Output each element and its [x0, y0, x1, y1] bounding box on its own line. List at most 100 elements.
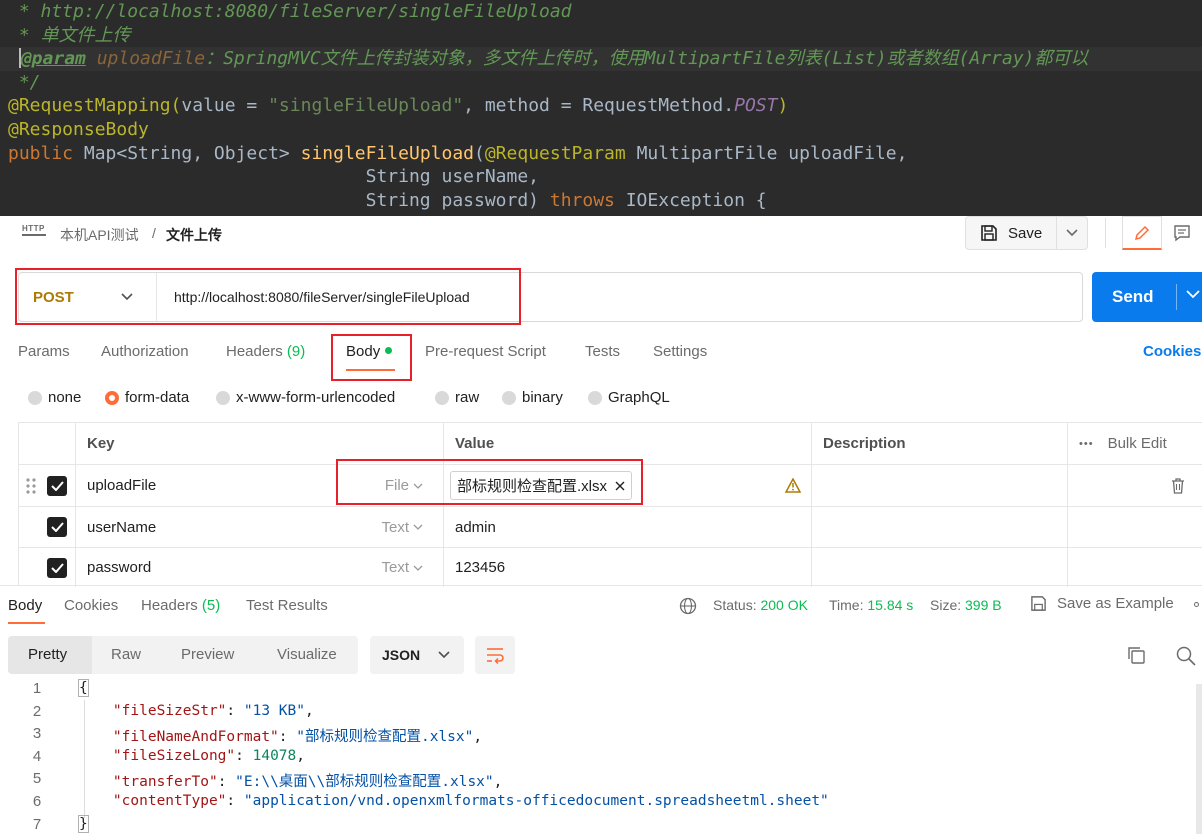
trash-icon[interactable] — [1171, 477, 1185, 494]
more-options-icon[interactable]: ••• — [1079, 438, 1094, 450]
row-enabled-checkbox[interactable] — [47, 475, 67, 496]
view-pretty[interactable]: Pretty — [28, 646, 67, 663]
format-select[interactable]: JSON — [370, 636, 464, 674]
code-comment: */ — [8, 71, 41, 93]
code-line: * 单文件上传 — [0, 24, 1202, 48]
json-brace: { — [78, 679, 89, 697]
breadcrumb-request-name[interactable]: 文件上传 — [166, 225, 222, 245]
tab-authorization[interactable]: Authorization — [101, 343, 189, 360]
view-preview[interactable]: Preview — [181, 646, 234, 663]
type-select[interactable]: Text — [381, 559, 423, 576]
tab-settings[interactable]: Settings — [653, 343, 707, 360]
radio-circle — [588, 390, 602, 405]
code-line: 1{ — [0, 679, 1202, 703]
comments-button[interactable] — [1162, 216, 1202, 250]
status-readout[interactable]: Status: 200 OK — [713, 597, 808, 613]
line-content: "fileNameAndFormat": "部标规则检查配置.xlsx", — [112, 729, 483, 746]
response-body-code[interactable]: 1{2 "fileSizeStr": "13 KB", 3 "fileNameAn… — [0, 679, 1202, 836]
url-input[interactable]: http://localhost:8080/fileServer/singleF… — [174, 289, 470, 305]
tab-body[interactable]: Body — [346, 343, 393, 360]
line-content: { — [78, 679, 89, 697]
type-select[interactable]: File — [385, 477, 423, 494]
time-readout[interactable]: Time: 15.84 s — [829, 597, 913, 613]
description-cell[interactable] — [812, 465, 1068, 506]
response-tab-body[interactable]: Body — [8, 597, 42, 614]
value-cell[interactable]: 部标规则检查配置.xlsx — [444, 465, 812, 506]
size-value: 399 B — [965, 597, 1002, 613]
json-key: "fileSizeLong" — [112, 747, 236, 764]
key-cell[interactable]: uploadFile File — [76, 465, 444, 506]
check-icon — [50, 522, 64, 532]
http-request-icon: HTTP — [22, 224, 46, 242]
code-text: , method = RequestMethod. — [463, 95, 735, 117]
chevron-down-icon — [413, 565, 423, 571]
radio-form-data[interactable]: form-data — [105, 389, 189, 406]
radio-graphql[interactable]: GraphQL — [588, 389, 670, 406]
radio-circle — [28, 390, 42, 405]
tab-params[interactable]: Params — [18, 343, 70, 360]
code-editor[interactable]: * http://localhost:8080/fileServer/singl… — [0, 0, 1202, 216]
radio-urlencoded[interactable]: x-www-form-urlencoded — [216, 389, 395, 406]
response-tab-cookies[interactable]: Cookies — [64, 597, 118, 614]
edit-button[interactable] — [1122, 216, 1162, 250]
response-tab-test-results[interactable]: Test Results — [246, 597, 328, 614]
radio-none[interactable]: none — [28, 389, 81, 406]
table-row: uploadFile File 部标规则检查配置.xlsx — [19, 465, 1202, 507]
file-chip[interactable]: 部标规则检查配置.xlsx — [450, 471, 633, 500]
tab-pre-request-script[interactable]: Pre-request Script — [425, 343, 546, 360]
method-select[interactable]: POST — [19, 273, 157, 321]
radio-label: binary — [522, 389, 563, 406]
line-number: 4 — [32, 747, 42, 765]
save-options-button[interactable] — [1056, 216, 1088, 250]
column-header-value: Value — [444, 423, 812, 464]
drag-handle-icon[interactable] — [25, 477, 37, 495]
wrap-lines-icon — [487, 648, 504, 664]
view-visualize[interactable]: Visualize — [277, 646, 337, 663]
type-label: Text — [381, 559, 409, 576]
line-number: 5 — [32, 770, 42, 788]
response-tab-headers[interactable]: Headers (5) — [141, 597, 220, 614]
row-enabled-checkbox[interactable] — [47, 517, 67, 537]
warning-icon[interactable] — [785, 478, 801, 493]
size-readout[interactable]: Size: 399 B — [930, 597, 1002, 613]
key-cell[interactable]: userName Text — [76, 507, 444, 547]
bulk-edit-button[interactable]: Bulk Edit — [1108, 435, 1167, 452]
tab-tests[interactable]: Tests — [585, 343, 620, 360]
type-label: Text — [381, 518, 409, 536]
description-cell[interactable] — [812, 507, 1068, 547]
line-content: "fileSizeStr": "13 KB", — [112, 702, 314, 719]
save-button[interactable]: Save — [965, 216, 1056, 250]
code-line: 2 "fileSizeStr": "13 KB", — [0, 703, 1202, 726]
tab-label: Headers — [141, 597, 198, 614]
cookies-link[interactable]: Cookies — [1143, 343, 1201, 360]
value-cell[interactable]: admin — [444, 507, 812, 547]
search-icon[interactable] — [1176, 646, 1196, 666]
wrap-lines-button[interactable] — [475, 636, 515, 674]
close-icon[interactable] — [615, 481, 625, 491]
chevron-down-icon[interactable] — [1186, 290, 1200, 299]
description-cell[interactable] — [812, 548, 1068, 587]
value-cell[interactable]: 123456 — [444, 548, 812, 587]
send-button[interactable]: Send — [1092, 272, 1202, 322]
check-icon — [50, 562, 64, 573]
breadcrumb-collection[interactable]: 本机API测试 — [60, 225, 139, 245]
request-tabs: Params Authorization Headers (9) Body Pr… — [0, 337, 1202, 373]
more-options-icon[interactable] — [1194, 602, 1199, 607]
globe-icon[interactable] — [679, 597, 697, 615]
response-view-toggle: Pretty Raw Preview Visualize — [8, 636, 358, 674]
code-line: */ — [0, 71, 1202, 95]
code-line: @RequestMapping(value = "singleFileUploa… — [0, 94, 1202, 118]
json-value: "13 KB" — [243, 702, 305, 719]
code-line: * http://localhost:8080/fileServer/singl… — [0, 0, 1202, 24]
key-cell[interactable]: password Text — [76, 548, 444, 587]
type-select[interactable]: Text — [381, 519, 423, 536]
view-raw[interactable]: Raw — [111, 646, 141, 663]
radio-binary[interactable]: binary — [502, 389, 563, 406]
header-divider — [1105, 218, 1106, 248]
copy-icon[interactable] — [1127, 646, 1146, 665]
save-as-example-button[interactable]: Save as Example — [1030, 595, 1174, 612]
radio-raw[interactable]: raw — [435, 389, 479, 406]
radio-label: x-www-form-urlencoded — [236, 389, 396, 406]
row-enabled-checkbox[interactable] — [47, 557, 67, 578]
tab-headers[interactable]: Headers (9) — [226, 343, 305, 360]
